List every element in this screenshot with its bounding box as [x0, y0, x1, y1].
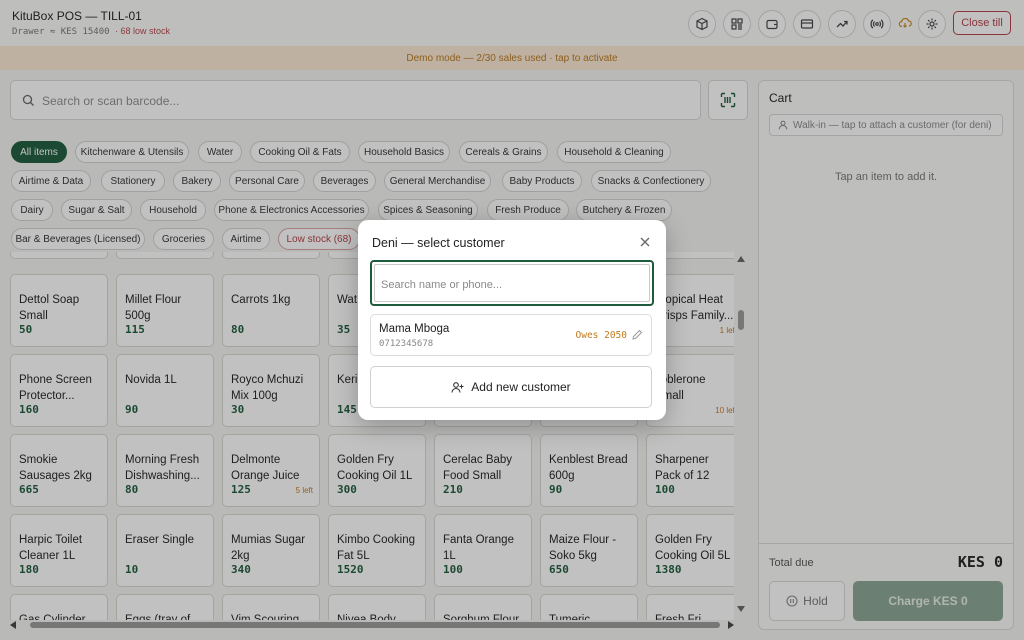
input-frame	[374, 264, 651, 305]
edit-icon[interactable]	[632, 329, 643, 340]
dialog-title: Deni — select customer	[372, 236, 505, 250]
customer-name: Mama Mboga	[379, 323, 450, 335]
customer-row[interactable]: Mama Mboga 0712345678 Owes 2050	[370, 314, 652, 356]
customer-search-field[interactable]	[370, 260, 654, 306]
customer-search-input[interactable]	[381, 265, 651, 305]
close-dialog-button[interactable]	[638, 235, 652, 249]
select-customer-dialog: Deni — select customer Mama Mboga 071234…	[358, 220, 666, 420]
customer-phone: 0712345678	[379, 339, 434, 349]
customer-balance: Owes 2050	[575, 330, 627, 341]
add-user-icon	[451, 381, 464, 393]
add-customer-label: Add new customer	[471, 380, 571, 394]
add-customer-button[interactable]: Add new customer	[370, 366, 652, 408]
close-icon	[640, 237, 650, 247]
